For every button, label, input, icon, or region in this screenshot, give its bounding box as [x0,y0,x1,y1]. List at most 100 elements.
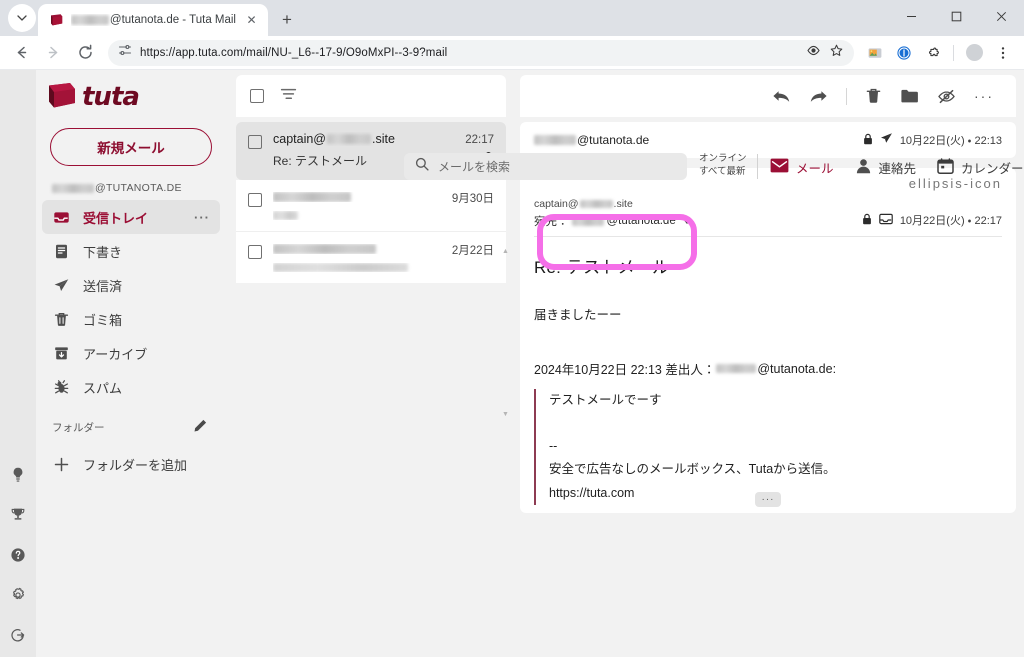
sidebar-item-label: ゴミ箱 [83,312,123,328]
folder-more-icon[interactable]: ··· [194,210,210,225]
redacted-subject [273,263,408,272]
mail-select-checkbox[interactable] [248,245,262,259]
add-folder-button[interactable]: フォルダーを追加 [42,447,220,481]
window-maximize-button[interactable] [934,0,979,33]
delete-button[interactable] [865,87,882,105]
new-tab-button[interactable]: + [274,7,300,33]
redacted-domain [579,200,613,208]
list-scroll-up-indicator[interactable]: ▲ [502,248,509,255]
reload-button[interactable] [70,38,100,68]
mail-select-checkbox[interactable] [248,135,262,149]
lightbulb-icon[interactable] [4,461,32,489]
tab-title: @tutanota.de - Tuta Mail [71,14,236,26]
tuta-logo-text: tuta [82,82,140,112]
redacted-domain [327,134,371,144]
message-timestamp: 10月22日(火) ・ 22:17 [899,215,1002,227]
extensions-row [862,40,1018,66]
add-folder-label: フォルダーを追加 [83,457,188,473]
message-action-toolbar: ··· [520,75,1016,117]
drafts-icon [52,243,70,260]
tab-close-icon[interactable]: ✕ [243,12,260,29]
wallet-extension-icon[interactable] [862,40,888,66]
redacted-address [534,135,576,145]
collapsed-message-meta: 10月22日(火) ・ 22:13 [863,132,1002,148]
list-item[interactable]: 2月22日 [236,232,506,283]
mail-icon [770,158,789,176]
tab-search-chevron-icon[interactable] [8,4,36,32]
mail-list-toolbar [236,75,506,117]
site-settings-icon[interactable] [118,43,132,62]
to-label: 宛先： [534,216,569,228]
tuta-favicon-icon [49,13,64,28]
tuta-mail-app: tuta 新規メール @TUTANOTA.DE 受信トレイ ··· 下書き 送信… [0,70,1024,657]
logout-icon[interactable] [4,621,32,649]
help-circle-icon[interactable] [4,541,32,569]
sidebar-item-label: 受信トレイ [83,210,149,226]
tab-calendar[interactable]: カレンダー [937,157,1024,177]
1password-extension-icon[interactable] [891,40,917,66]
tab-contacts[interactable]: 連絡先 [855,158,916,177]
browser-tab[interactable]: @tutanota.de - Tuta Mail ✕ [38,4,268,36]
search-input[interactable]: メールを検索 [404,153,687,180]
profile-avatar[interactable] [961,40,987,66]
back-button[interactable] [6,38,36,68]
filter-icon[interactable] [280,87,297,106]
url-text: https://app.tuta.com/mail/NU-_L6--17-9/O… [140,46,448,59]
move-to-folder-button[interactable] [900,88,919,104]
redacted-sender [273,192,351,202]
mail-date: 9月30日 [451,193,494,205]
pencil-edit-icon[interactable] [192,418,208,437]
mark-unread-button[interactable] [937,88,956,105]
trophy-icon[interactable] [4,501,32,529]
quote-line [549,412,1002,435]
browser-toolbar: https://app.tuta.com/mail/NU-_L6--17-9/O… [0,36,1024,70]
mail-date: 2月22日 [451,245,494,257]
forward-button[interactable] [38,38,68,68]
plus-icon [52,456,70,473]
list-item[interactable]: 9月30日 [236,180,506,232]
sidebar-item-label: アーカイブ [83,346,148,362]
settings-gear-icon[interactable] [4,581,32,609]
reply-button[interactable] [772,88,791,105]
toolbar-divider [846,87,847,105]
sidebar-item-archive[interactable]: アーカイブ [42,336,220,370]
redacted-username [71,15,109,25]
extensions-puzzle-icon[interactable] [920,40,946,66]
message-to[interactable]: 宛先： @tutanota.de [534,213,691,229]
sidebar-item-inbox[interactable]: 受信トレイ ··· [42,200,220,234]
sidebar-item-spam[interactable]: スパム [42,370,220,404]
list-scroll-down-indicator[interactable]: ▼ [502,411,509,418]
sent-paperplane-icon [880,132,893,148]
lock-closed-icon [863,133,873,148]
bookmark-star-icon[interactable] [829,43,844,63]
utility-rail [0,70,36,657]
show-more-button[interactable]: ··· [755,492,781,507]
mail-list: captain@ .site 22:17 Re: テストメール 9月30日 2月… [236,122,506,283]
lock-closed-icon [862,213,872,228]
more-actions-button[interactable]: ··· [974,88,994,104]
mail-subject [273,211,494,220]
trash-icon [52,311,70,328]
tab-mail[interactable]: メール [770,158,834,177]
kebab-menu-icon[interactable] [990,40,1016,66]
sidebar-item-trash[interactable]: ゴミ箱 [42,302,220,336]
quote-line: 安全で広告なしのメールボックス、Tutaから送信。 [549,462,836,477]
sent-paperplane-icon [52,277,70,294]
redacted-account-name [52,183,94,193]
select-all-checkbox[interactable] [250,89,264,103]
tuta-logo[interactable]: tuta [36,70,226,120]
tab-label: カレンダー [961,161,1024,176]
chevron-down-icon[interactable] [682,218,691,224]
window-controls [889,0,1024,33]
compose-button[interactable]: 新規メール [50,128,212,166]
mail-select-checkbox[interactable] [248,193,262,207]
reader-mode-icon[interactable] [806,43,821,63]
calendar-icon [937,157,954,177]
sidebar-item-drafts[interactable]: 下書き [42,234,220,268]
window-minimize-button[interactable] [889,0,934,33]
sidebar-item-sent[interactable]: 送信済 [42,268,220,302]
message-body: 届きましたーー [534,308,622,322]
address-bar[interactable]: https://app.tuta.com/mail/NU-_L6--17-9/O… [108,39,854,66]
forward-button[interactable] [809,88,828,105]
window-close-button[interactable] [979,0,1024,33]
